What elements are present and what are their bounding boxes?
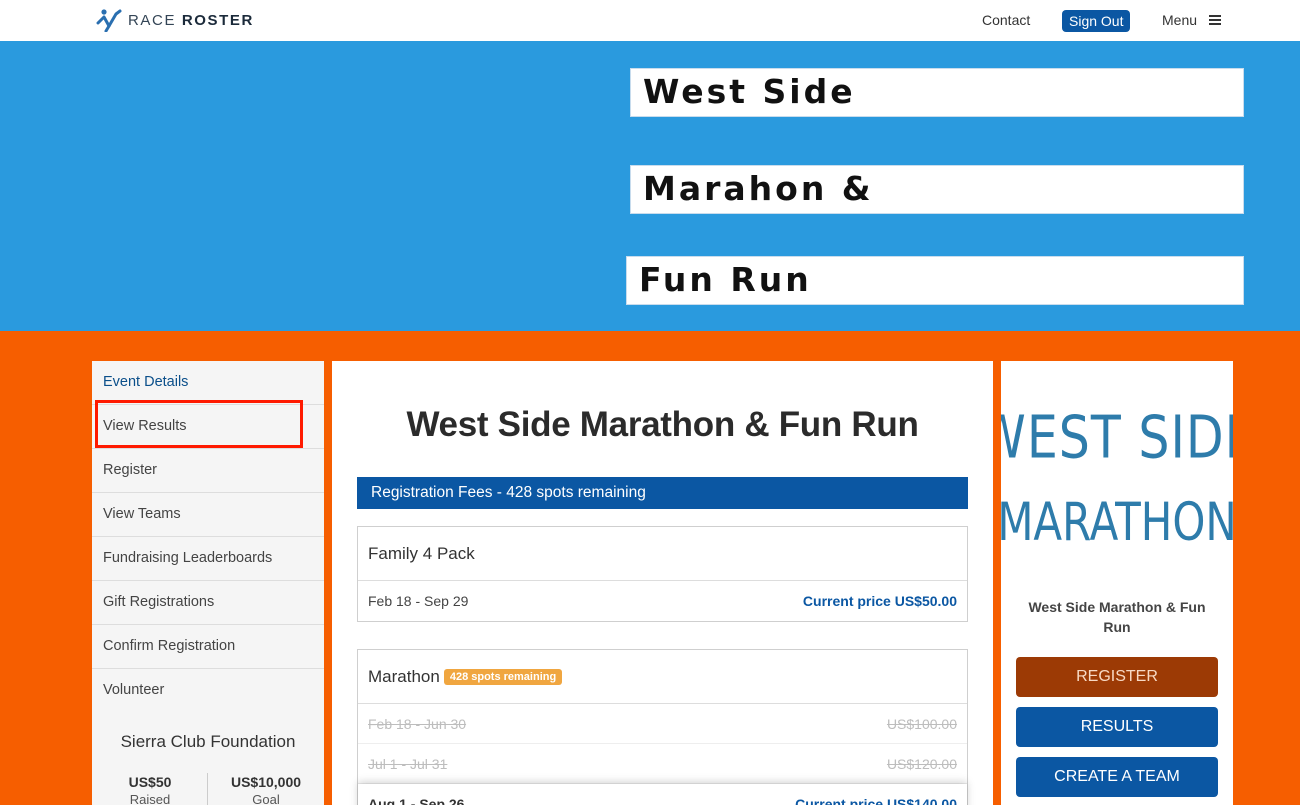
banner-line-3: Fun Run: [626, 256, 1244, 305]
runner-logo-icon: [96, 9, 122, 32]
fee-card-title: Family 4 Pack: [358, 527, 967, 581]
logo-word-race: RACE: [128, 11, 177, 29]
race-roster-logo[interactable]: RACE ROSTER: [96, 7, 254, 33]
event-summary-panel: WEST SIDE MARATHON West Side Marathon & …: [1001, 361, 1233, 805]
event-logo: WEST SIDE MARATHON: [1001, 403, 1233, 554]
fee-card-title: Marathon 428 spots remaining: [358, 650, 967, 704]
fee-row-price: US$120.00: [886, 756, 957, 772]
sidebar-item-volunteer[interactable]: Volunteer: [92, 669, 324, 713]
raised-value: US$50: [128, 774, 172, 790]
fee-card-marathon: Marathon 428 spots remaining Feb 18 - Ju…: [357, 649, 968, 805]
sidebar-item-fundraising-leaderboards[interactable]: Fundraising Leaderboards: [92, 537, 324, 581]
results-button[interactable]: RESULTS: [1016, 707, 1218, 747]
menu-button[interactable]: Menu: [1162, 12, 1222, 28]
event-name: West Side Marathon & Fun Run: [1028, 599, 1206, 635]
page-title: West Side Marathon & Fun Run: [406, 405, 919, 444]
fee-row-current: Aug 1 - Sep 26 Current price US$140.00: [358, 784, 967, 805]
raised-label: Raised: [129, 792, 171, 805]
raised-stat: US$50 Raised: [92, 774, 208, 805]
charity-name: Sierra Club Foundation: [120, 732, 296, 751]
fee-card-family-4-pack: Family 4 Pack Feb 18 - Sep 29 Current pr…: [357, 526, 968, 622]
top-nav: RACE ROSTER Contact Sign Out Menu: [0, 0, 1300, 41]
fee-row-price: Current price US$50.00: [802, 593, 957, 609]
fee-row-price: US$100.00: [886, 716, 957, 732]
banner-line-1: West Side: [630, 68, 1244, 117]
sidebar-item-gift-registrations[interactable]: Gift Registrations: [92, 581, 324, 625]
goal-label: Goal: [252, 792, 280, 805]
event-banner: West Side Marahon & Fun Run: [0, 41, 1300, 331]
view-results-highlight: [95, 400, 303, 448]
fee-card-name: Marathon: [368, 666, 440, 686]
event-logo-line-1: WEST SIDE: [1001, 403, 1233, 471]
sidebar-item-register[interactable]: Register: [92, 449, 324, 493]
fee-row: Feb 18 - Sep 29 Current price US$50.00: [358, 581, 967, 621]
logo-word-roster: ROSTER: [181, 11, 254, 29]
fee-row: Feb 18 - Jun 30 US$100.00: [358, 704, 967, 744]
event-logo-line-2: MARATHON: [1001, 493, 1233, 554]
fee-row-dates: Feb 18 - Jun 30: [368, 716, 467, 732]
fee-row: Jul 1 - Jul 31 US$120.00: [358, 744, 967, 784]
menu-label: Menu: [1162, 12, 1198, 28]
create-team-button[interactable]: CREATE A TEAM: [1016, 757, 1218, 797]
fee-row-price: Current price US$140.00: [795, 796, 957, 805]
logo-wordmark: RACE ROSTER: [128, 12, 254, 29]
goal-stat: US$10,000 Goal: [208, 774, 324, 805]
main-content: West Side Marathon & Fun Run Registratio…: [332, 361, 993, 805]
sign-out-button[interactable]: Sign Out: [1062, 10, 1131, 32]
goal-value: US$10,000: [230, 774, 302, 790]
banner-line-2: Marahon &: [630, 165, 1244, 214]
fee-row-dates: Jul 1 - Jul 31: [368, 756, 448, 772]
hamburger-icon: [1209, 15, 1222, 25]
sidebar-item-view-teams[interactable]: View Teams: [92, 493, 324, 537]
sidebar-item-event-details[interactable]: Event Details: [92, 361, 324, 405]
registration-fees-header: Registration Fees - 428 spots remaining: [357, 477, 968, 509]
spots-remaining-badge: 428 spots remaining: [443, 668, 563, 685]
contact-link[interactable]: Contact: [982, 12, 1030, 28]
fee-row-dates: Feb 18 - Sep 29: [368, 593, 469, 609]
register-button[interactable]: REGISTER: [1016, 657, 1218, 697]
fee-card-name: Family 4 Pack: [368, 543, 475, 563]
sidebar-item-confirm-registration[interactable]: Confirm Registration: [92, 625, 324, 669]
charity-widget: Sierra Club Foundation US$50 Raised US$1…: [92, 711, 324, 805]
fee-row-dates: Aug 1 - Sep 26: [368, 796, 465, 805]
